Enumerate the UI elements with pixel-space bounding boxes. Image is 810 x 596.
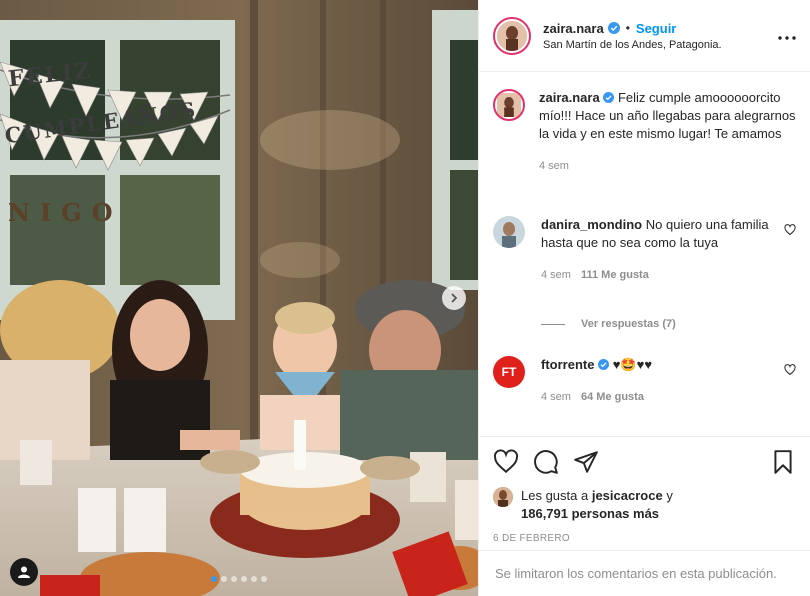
comment-time[interactable]: 4 sem [541,388,571,406]
next-photo-button[interactable] [442,286,466,310]
post-date[interactable]: 6 DE FEBRERO [479,523,810,544]
comment-time[interactable]: 4 sem [541,266,571,284]
caption-username[interactable]: zaira.nara [539,90,600,105]
comment-item: danira_mondino No quiero una familia has… [493,216,796,284]
caption-time[interactable]: 4 sem [539,157,569,175]
carousel-dot [261,576,267,582]
post-header: zaira.nara • Seguir San Martín de los An… [479,0,810,72]
caption-avatar[interactable] [493,89,525,121]
verified-badge-icon [598,359,610,370]
author-avatar[interactable] [493,16,531,55]
commenter-avatar[interactable] [493,216,525,248]
header-separator: • [625,21,630,35]
comment-text: ♥🤩♥♥ [612,357,653,372]
replies-line [541,323,565,325]
author-username[interactable]: zaira.nara [543,21,604,36]
carousel-dot [221,576,227,582]
view-replies-label[interactable]: Ver respuestas (7) [581,318,676,330]
comment-username[interactable]: danira_mondino [541,217,642,232]
action-bar [479,437,810,487]
comment-likes[interactable]: 64 Me gusta [581,388,644,406]
liker-username[interactable]: jesicacroce [592,488,663,503]
caption: zaira.nara Feliz cumple amoooooorcito mí… [493,89,796,175]
like-comment-heart-icon[interactable] [784,224,796,236]
more-options-button[interactable] [778,27,796,45]
chevron-right-icon [451,293,458,303]
more-dots-icon [778,35,796,40]
post-location[interactable]: San Martín de los Andes, Patagonia. [543,39,778,51]
carousel-indicator [0,576,478,582]
comment-username[interactable]: ftorrente [541,357,594,372]
like-heart-icon[interactable] [493,449,519,475]
likes-prefix: Les gusta a [521,488,589,503]
verified-badge-icon [603,92,615,103]
carousel-dot [231,576,237,582]
verified-badge-icon [607,22,620,34]
instagram-post: FELIZ CUMPLEAÑOS NIGO zaira.nara • Segui… [0,0,810,596]
share-send-icon[interactable] [573,449,599,475]
comment-bubble-icon[interactable] [533,449,559,475]
post-photo[interactable]: FELIZ CUMPLEAÑOS NIGO [0,0,478,596]
like-comment-heart-icon[interactable] [784,364,796,376]
likes-summary: Les gusta a jesicacroce y 186,791 person… [479,487,810,523]
comment-likes[interactable]: 111 Me gusta [581,266,649,284]
comment-item: FT ftorrente ♥🤩♥♥ 4 sem 64 Me gusta [493,356,796,406]
post-side-panel: zaira.nara • Seguir San Martín de los An… [478,0,810,596]
carousel-dot [241,576,247,582]
save-bookmark-icon[interactable] [770,449,796,475]
comments-list[interactable]: zaira.nara Feliz cumple amoooooorcito mí… [479,73,810,433]
follow-button[interactable]: Seguir [636,21,676,36]
profile-photo-icon [497,93,521,117]
carousel-dot-active [211,576,217,582]
profile-photo-icon [493,216,525,248]
likes-count[interactable]: 186,791 personas más [521,506,659,521]
comments-limited-notice: Se limitaron los comentarios en esta pub… [479,550,810,596]
liker-avatar[interactable] [493,487,513,507]
view-replies-button[interactable]: Ver respuestas (7) [541,318,676,330]
birthday-photo-illustration [0,0,478,596]
commenter-avatar[interactable]: FT [493,356,525,388]
carousel-dot [251,576,257,582]
post-actions-section: Les gusta a jesicacroce y 186,791 person… [479,436,810,544]
profile-photo-icon [497,20,527,51]
likes-joiner: y [666,488,673,503]
profile-photo-icon [493,487,513,507]
name-letters-decoration: NIGO [8,198,123,227]
